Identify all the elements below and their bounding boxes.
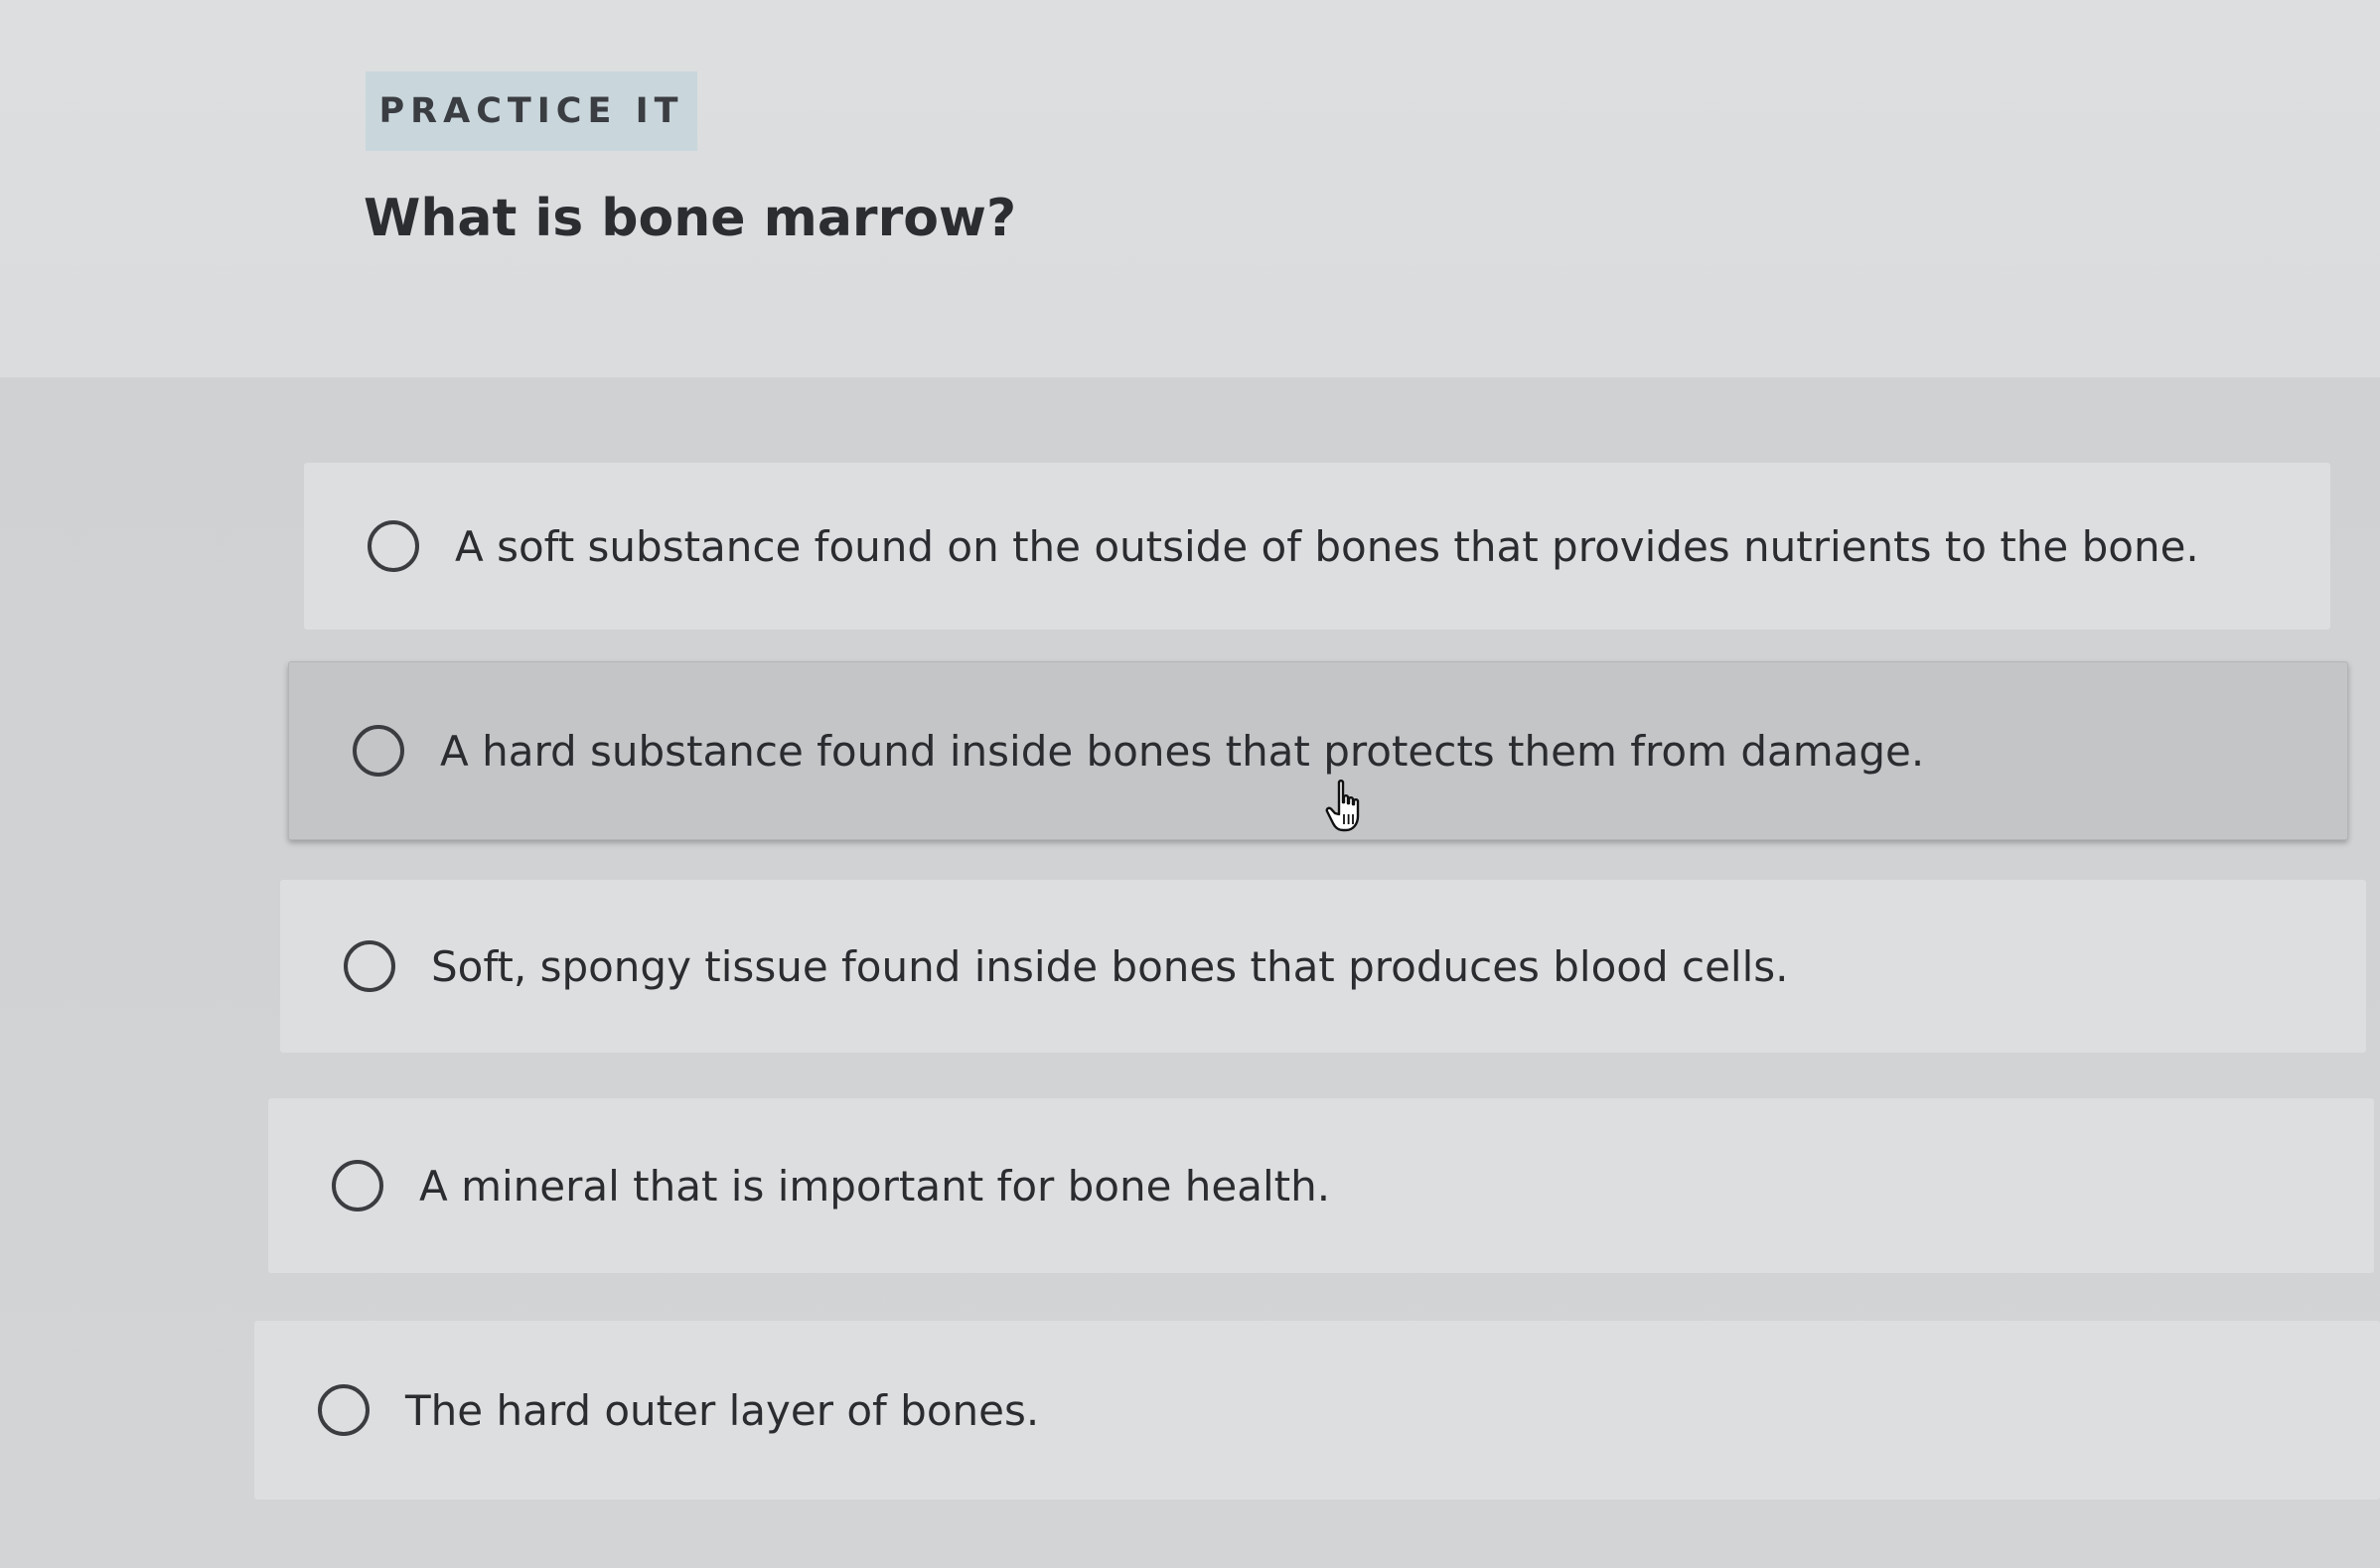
question-text: What is bone marrow? bbox=[364, 189, 1017, 248]
answer-option-label: A mineral that is important for bone hea… bbox=[419, 1161, 1331, 1211]
answer-option-2[interactable]: A hard substance found inside bones that… bbox=[288, 661, 2348, 840]
answer-option-label: The hard outer layer of bones. bbox=[405, 1385, 1040, 1435]
radio-button-icon[interactable] bbox=[353, 725, 404, 777]
radio-button-icon[interactable] bbox=[344, 940, 395, 992]
answer-option-1[interactable]: A soft substance found on the outside of… bbox=[304, 463, 2330, 630]
answer-option-3[interactable]: Soft, spongy tissue found inside bones t… bbox=[280, 880, 2366, 1053]
answer-options: A soft substance found on the outside of… bbox=[0, 377, 2380, 1568]
answer-option-label: A soft substance found on the outside of… bbox=[455, 521, 2199, 571]
question-header: PRACTICE IT What is bone marrow? bbox=[0, 0, 2380, 377]
answer-option-5[interactable]: The hard outer layer of bones. bbox=[254, 1321, 2380, 1499]
answer-option-label: A hard substance found inside bones that… bbox=[440, 726, 1925, 776]
answer-option-4[interactable]: A mineral that is important for bone hea… bbox=[268, 1098, 2374, 1273]
radio-button-icon[interactable] bbox=[318, 1384, 370, 1436]
radio-button-icon[interactable] bbox=[368, 520, 419, 572]
answer-option-label: Soft, spongy tissue found inside bones t… bbox=[431, 941, 1789, 991]
practice-it-badge: PRACTICE IT bbox=[366, 71, 697, 151]
radio-button-icon[interactable] bbox=[332, 1160, 383, 1212]
